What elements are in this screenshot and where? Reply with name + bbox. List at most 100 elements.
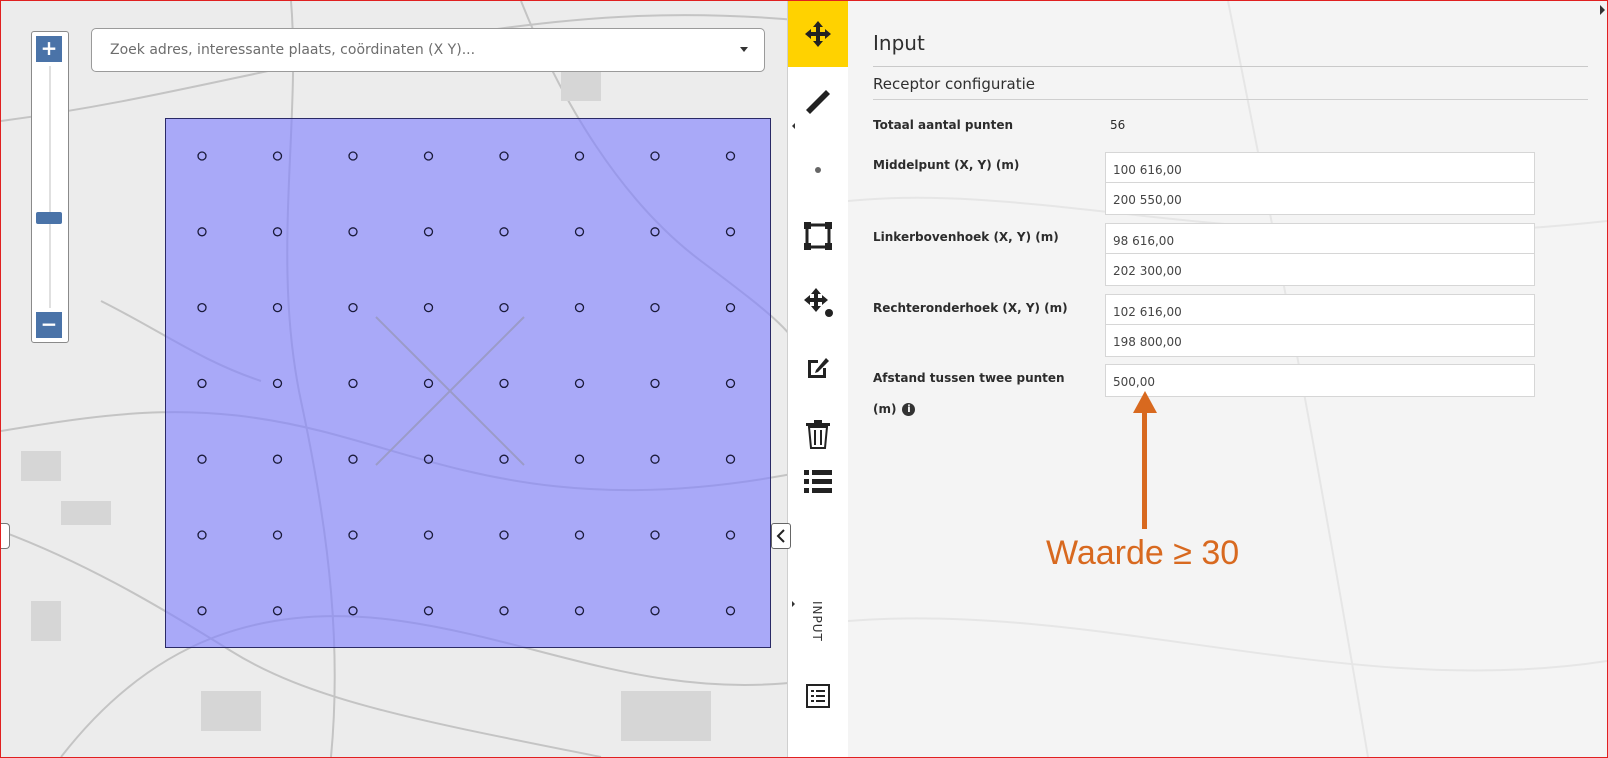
rectangle-tool-button[interactable] — [788, 203, 848, 269]
bottom-right-x-field[interactable] — [1105, 294, 1535, 328]
annotation-text: Waarde ≥ 30 — [1046, 534, 1240, 572]
ruler-tool-button[interactable] — [788, 69, 848, 135]
submenu-indicator-icon — [792, 123, 795, 129]
receptor-point[interactable] — [499, 302, 509, 313]
receptor-point[interactable] — [574, 606, 585, 616]
collapse-panel-button[interactable] — [771, 523, 791, 549]
zoom-slider-track[interactable] — [49, 66, 51, 308]
point-tool-button[interactable] — [788, 137, 848, 203]
receptor-point[interactable] — [650, 530, 660, 540]
receptor-point[interactable] — [197, 151, 207, 161]
move-tool-button[interactable] — [788, 1, 848, 67]
receptor-point[interactable] — [272, 606, 283, 616]
receptor-point[interactable] — [197, 302, 207, 313]
trash-icon — [806, 420, 830, 449]
zoom-out-button[interactable]: − — [36, 312, 62, 338]
center-x-field[interactable] — [1105, 152, 1535, 186]
receptor-point[interactable] — [725, 530, 736, 540]
search-box[interactable] — [91, 28, 765, 72]
bottom-right-y-field[interactable] — [1105, 324, 1535, 358]
search-input[interactable] — [108, 29, 732, 71]
receptor-point[interactable] — [499, 454, 509, 464]
receptor-point[interactable] — [197, 227, 207, 237]
input-panel: Input Receptor configuratie Totaal aanta… — [848, 1, 1607, 757]
map-view[interactable]: + − — [1, 1, 807, 757]
receptor-point[interactable] — [423, 227, 434, 237]
receptor-point[interactable] — [574, 530, 585, 540]
tab-input-label: INPUT — [810, 601, 824, 642]
receptor-point[interactable] — [499, 151, 509, 161]
receptor-point[interactable] — [272, 302, 283, 313]
receptor-point[interactable] — [348, 302, 358, 313]
receptor-point[interactable] — [650, 151, 660, 161]
receptor-point[interactable] — [423, 454, 434, 464]
move-point-tool-button[interactable] — [788, 269, 848, 335]
receptor-point[interactable] — [348, 227, 358, 237]
bottom-right-y-input[interactable] — [1106, 325, 1515, 358]
top-left-y-input[interactable] — [1106, 254, 1515, 287]
receptor-point[interactable] — [423, 606, 434, 616]
receptor-point[interactable] — [272, 378, 283, 389]
app-frame: + − Zoek adres, interessante plaats, coö… — [0, 0, 1608, 758]
left-panel-handle[interactable] — [1, 523, 10, 549]
receptor-point[interactable] — [650, 227, 660, 237]
receptor-point[interactable] — [423, 530, 434, 540]
receptor-point[interactable] — [197, 454, 207, 464]
receptor-point[interactable] — [574, 454, 585, 464]
annotation-arrow — [1142, 409, 1147, 529]
receptor-point[interactable] — [348, 378, 358, 389]
center-y-field[interactable] — [1105, 182, 1535, 216]
receptor-point[interactable] — [574, 151, 585, 161]
receptor-point[interactable] — [650, 378, 660, 389]
top-left-x-field[interactable] — [1105, 223, 1535, 257]
receptor-point[interactable] — [499, 378, 509, 389]
receptor-point[interactable] — [499, 606, 509, 616]
list-tool-button[interactable] — [788, 449, 848, 515]
receptor-point[interactable] — [348, 454, 358, 464]
zoom-slider-thumb[interactable] — [36, 212, 62, 224]
receptor-point[interactable] — [272, 227, 283, 237]
distance-field[interactable] — [1105, 364, 1535, 398]
receptor-point[interactable] — [725, 378, 736, 389]
receptor-point[interactable] — [348, 530, 358, 540]
center-y-input[interactable] — [1106, 183, 1515, 216]
receptor-point[interactable] — [423, 151, 434, 161]
receptor-point[interactable] — [423, 378, 434, 389]
results-list-button[interactable] — [788, 663, 848, 729]
top-left-y-field[interactable] — [1105, 253, 1535, 287]
receptor-point[interactable] — [725, 151, 736, 161]
receptor-point[interactable] — [650, 454, 660, 464]
receptor-point[interactable] — [423, 302, 434, 313]
receptor-point[interactable] — [574, 227, 585, 237]
receptor-point[interactable] — [725, 606, 736, 616]
list-icon — [804, 470, 832, 493]
receptor-point[interactable] — [725, 454, 736, 464]
expand-panel-icon[interactable] — [1600, 5, 1605, 15]
chevron-down-icon[interactable] — [740, 47, 748, 52]
receptor-point[interactable] — [348, 606, 358, 616]
distance-label-unit: (m) i — [873, 402, 916, 416]
receptor-point[interactable] — [650, 606, 660, 616]
receptor-point[interactable] — [725, 227, 736, 237]
zoom-in-button[interactable]: + — [36, 36, 62, 62]
receptor-point[interactable] — [499, 530, 509, 540]
distance-input[interactable] — [1106, 365, 1515, 398]
edit-tool-button[interactable] — [788, 335, 848, 401]
receptor-point[interactable] — [499, 227, 509, 237]
receptor-point[interactable] — [197, 606, 207, 616]
receptor-point[interactable] — [272, 454, 283, 464]
receptor-point[interactable] — [650, 302, 660, 313]
receptor-point[interactable] — [272, 530, 283, 540]
move-point-icon — [804, 288, 833, 317]
receptor-point[interactable] — [197, 378, 207, 389]
receptor-grid-points — [197, 151, 736, 616]
tab-input[interactable]: INPUT — [788, 593, 848, 657]
receptor-grid-area[interactable] — [165, 118, 771, 648]
receptor-point[interactable] — [574, 378, 585, 389]
receptor-point[interactable] — [725, 302, 736, 313]
info-icon[interactable]: i — [902, 403, 916, 416]
receptor-point[interactable] — [574, 302, 585, 313]
receptor-point[interactable] — [348, 151, 358, 161]
receptor-point[interactable] — [272, 151, 283, 161]
receptor-point[interactable] — [197, 530, 207, 540]
